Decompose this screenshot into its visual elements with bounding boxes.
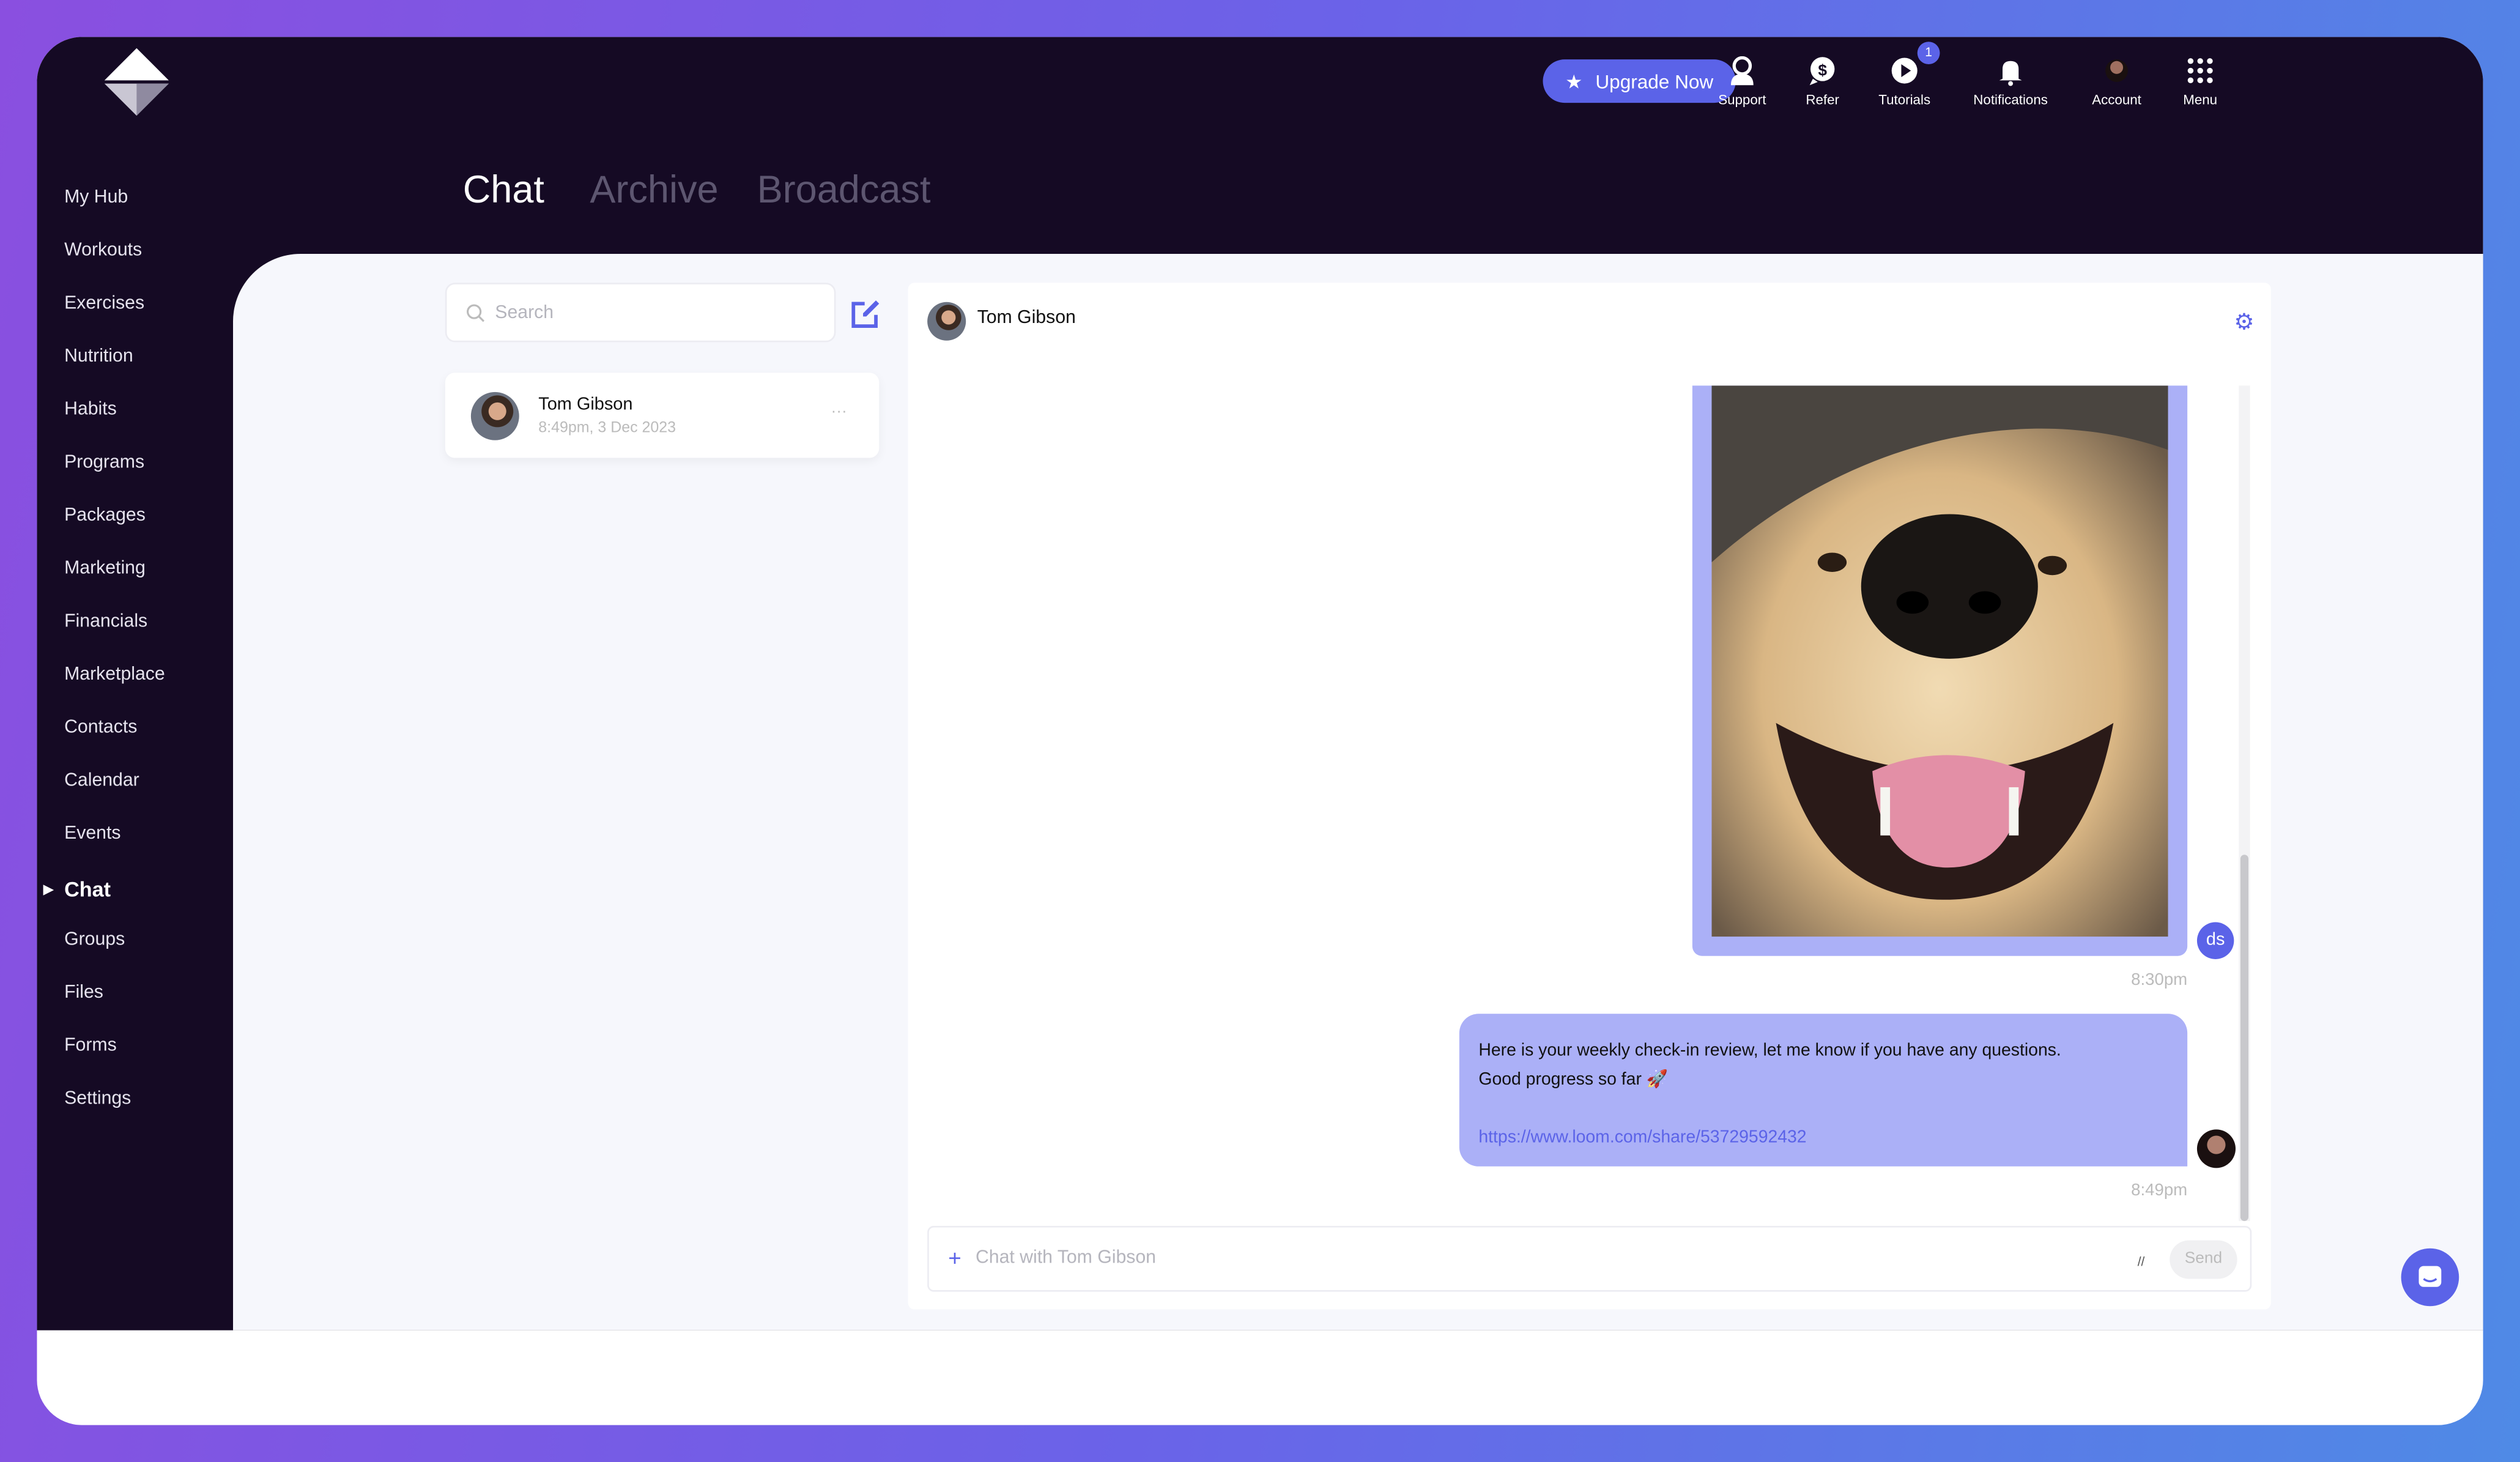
plus-icon[interactable]: + (948, 1245, 962, 1271)
scrollbar[interactable] (2239, 385, 2250, 1222)
sidebar-item-nutrition[interactable]: Nutrition (64, 347, 133, 366)
nav-tutorials[interactable]: Tutorials 1 (1856, 42, 1953, 108)
nav-notifications[interactable]: Notifications (1962, 56, 2059, 108)
bell-icon (1999, 61, 2022, 86)
sidebar-item-marketplace[interactable]: Marketplace (64, 665, 165, 685)
app-window: My Hub Workouts Exercises Nutrition Habits Pr… (37, 37, 2483, 1425)
compose-icon[interactable] (850, 299, 881, 330)
sidebar-item-exercises[interactable]: Exercises (64, 294, 144, 314)
more-options-icon[interactable]: ··· (831, 403, 847, 421)
logo (104, 48, 169, 116)
contact-avatar (927, 302, 966, 341)
sidebar-item-calendar[interactable]: Calendar (64, 771, 139, 791)
help-chat-button[interactable] (2401, 1248, 2459, 1307)
sidebar-item-settings[interactable]: Settings (64, 1089, 131, 1109)
sidebar-item-packages[interactable]: Packages (64, 506, 146, 525)
grid-dots-icon (2187, 58, 2213, 84)
chat-bubble-icon (2418, 1266, 2442, 1287)
image-message[interactable] (1692, 385, 2188, 956)
sidebar-item-programs[interactable]: Programs (64, 453, 144, 473)
play-icon (1891, 58, 1918, 84)
sidebar-item-contacts[interactable]: Contacts (64, 718, 137, 738)
refer-dollar-icon: $ (1809, 57, 1835, 86)
svg-text:$: $ (1818, 61, 1827, 79)
tab-archive[interactable]: Archive (590, 169, 718, 214)
resize-handle-icon[interactable]: // (2138, 1255, 2145, 1269)
loom-link[interactable]: https://www.loom.com/share/53729592432 (1478, 1123, 2168, 1152)
my-avatar (2196, 1129, 2236, 1168)
send-button[interactable]: Send (2170, 1240, 2237, 1279)
conversation-item[interactable]: Tom Gibson 8:49pm, 3 Dec 2023 ··· (445, 373, 880, 458)
search-icon (467, 303, 485, 322)
nav-account[interactable]: Account (2069, 56, 2165, 108)
scrollbar-thumb[interactable] (2240, 855, 2249, 1222)
active-indicator-icon: ▶ (43, 881, 54, 897)
settings-gear-icon[interactable]: ⚙ (2234, 308, 2254, 336)
support-icon (1730, 56, 1754, 86)
sidebar-item-chat[interactable]: ▶ Chat (43, 877, 111, 901)
sidebar-item-financials[interactable]: Financials (64, 612, 147, 632)
sidebar-item-habits[interactable]: Habits (64, 400, 117, 420)
notification-badge: 1 (1917, 42, 1940, 65)
text-message: Here is your weekly check-in review, let… (1459, 1014, 2188, 1167)
nav-menu[interactable]: Menu (2152, 56, 2248, 108)
tab-broadcast[interactable]: Broadcast (757, 169, 931, 214)
account-avatar (2105, 59, 2128, 82)
sidebar-item-marketing[interactable]: Marketing (64, 559, 146, 579)
sender-avatar: ds (2196, 922, 2234, 959)
sidebar-item-forms[interactable]: Forms (64, 1036, 117, 1056)
message-input[interactable]: + Chat with Tom Gibson // Send (927, 1225, 2252, 1292)
sidebar-item-workouts[interactable]: Workouts (64, 241, 142, 261)
sidebar-item-my-hub[interactable]: My Hub (64, 188, 128, 207)
chat-panel: Tom Gibson ⚙ ds 8:30pm Here is your week… (908, 283, 2271, 1310)
dog-photo (1711, 385, 2168, 937)
tab-chat[interactable]: Chat (463, 169, 544, 214)
sidebar-item-groups[interactable]: Groups (64, 930, 125, 950)
avatar (470, 391, 519, 440)
sidebar-item-events[interactable]: Events (64, 824, 120, 844)
search-input[interactable]: Search (445, 283, 836, 343)
sidebar-item-files[interactable]: Files (64, 983, 103, 1003)
star-icon: ★ (1565, 70, 1583, 93)
